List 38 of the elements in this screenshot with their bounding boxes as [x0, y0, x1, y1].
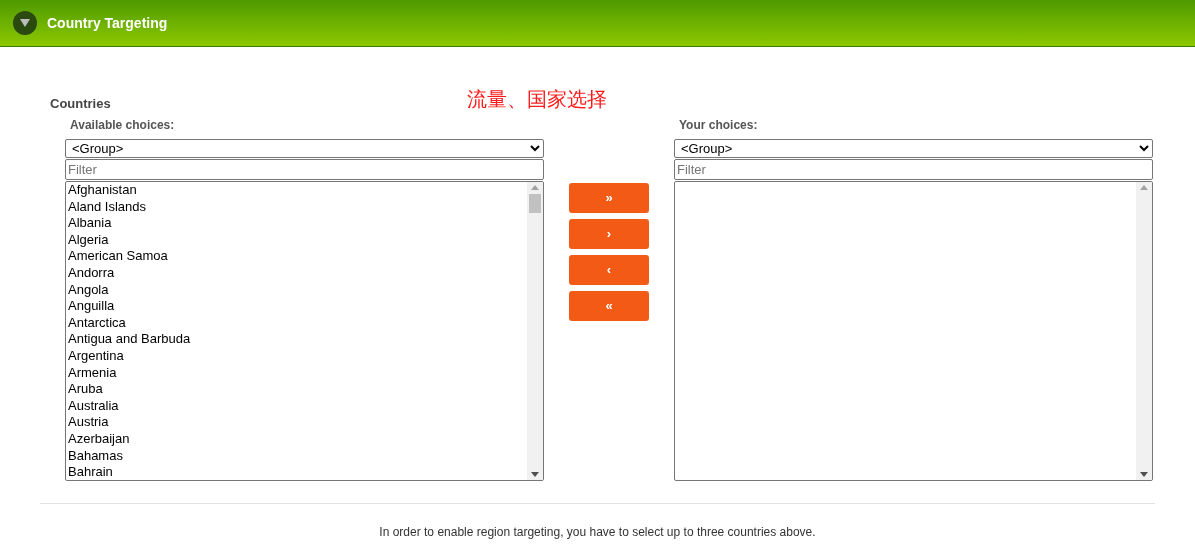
- country-option[interactable]: Armenia: [68, 364, 527, 382]
- country-option[interactable]: Antigua and Barbuda: [68, 331, 527, 348]
- filter-field[interactable]: Filter: [674, 159, 1153, 180]
- header-title: Country Targeting: [47, 13, 168, 33]
- country-option[interactable]: Afghanistan: [68, 182, 527, 199]
- country-option[interactable]: Bahrain: [68, 464, 527, 480]
- annotation-text: 流量、国家选择: [467, 87, 607, 111]
- country-option[interactable]: Azerbaijan: [68, 430, 527, 448]
- scroll-thumb[interactable]: [529, 194, 541, 213]
- section-title: Countries: [50, 96, 111, 112]
- country-option[interactable]: Anguilla: [68, 298, 527, 315]
- country-option[interactable]: Argentina: [68, 347, 527, 365]
- country-option[interactable]: Bahamas: [68, 447, 527, 465]
- list-label: Your choices:: [678, 118, 759, 132]
- country-option[interactable]: Andorra: [68, 264, 527, 282]
- scrollbar[interactable]: [1136, 182, 1152, 480]
- scroll-down-icon[interactable]: [531, 472, 539, 477]
- country-option[interactable]: Algeria: [68, 231, 527, 249]
- scroll-up-icon[interactable]: [1140, 185, 1148, 190]
- country-option[interactable]: Austria: [68, 414, 527, 431]
- scroll-down-icon[interactable]: [1140, 472, 1148, 477]
- group-dropdown[interactable]: <Group>: [65, 139, 544, 158]
- scroll-up-icon[interactable]: [531, 185, 539, 190]
- country-option[interactable]: Aland Islands: [68, 198, 527, 216]
- country-option[interactable]: American Samoa: [68, 248, 527, 265]
- scrollbar[interactable]: [527, 182, 543, 480]
- filter-field[interactable]: Filter: [65, 159, 544, 180]
- group-dropdown[interactable]: <Group>: [674, 139, 1153, 158]
- country-option[interactable]: Angola: [68, 281, 527, 299]
- country-option[interactable]: Australia: [68, 397, 527, 415]
- collapse-toggle[interactable]: [13, 11, 37, 35]
- choices-list[interactable]: Afghanistan Aland Islands Albania Algeria American Samoa Andorra Angola Anguilla Antarctica Antigua and Barbuda Argentina Armenia Aruba Australia Austria Azerbaijan Bahamas Bahrain: [65, 181, 544, 481]
- country-option[interactable]: Albania: [68, 215, 527, 232]
- footer-note: In order to enable region targeting, you have to select up to three countries above.: [379, 523, 816, 541]
- triangle-down-icon: [20, 19, 30, 27]
- country-option[interactable]: Aruba: [68, 381, 527, 398]
- country-option[interactable]: Antarctica: [68, 314, 527, 332]
- list-label: Available choices:: [69, 118, 176, 132]
